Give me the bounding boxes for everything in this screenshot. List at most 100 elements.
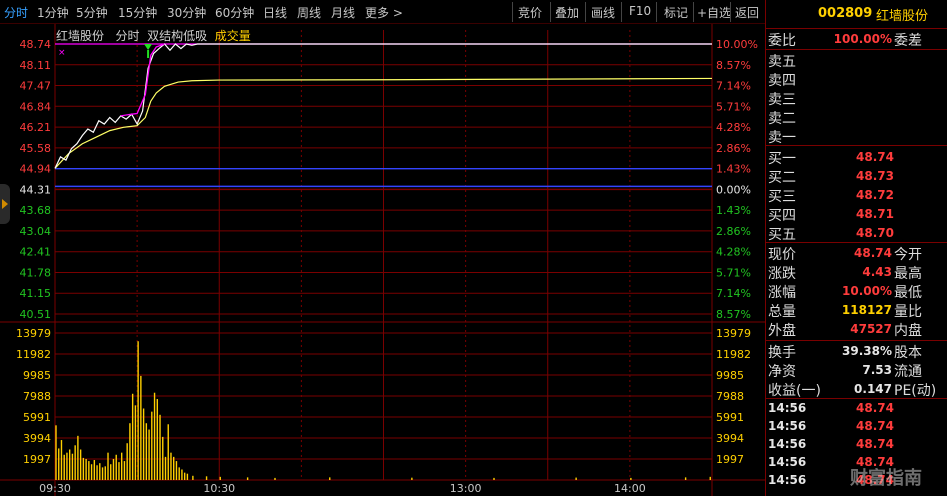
quote-value: 48.74 [854,246,892,260]
price-axis-label: 41.15 [20,287,52,300]
chart-marker: × [58,48,66,58]
sell-level-row[interactable]: 卖一 [766,127,947,146]
sell-level-label: 卖五 [768,54,796,70]
stock-code: 002809 [818,6,873,21]
pct-axis-label: 2.86% [716,142,751,155]
volume-axis-label-right: 9985 [716,369,744,382]
quote-value: 4.43 [862,265,892,279]
quote-row[interactable]: 现价 48.74 今开 [766,244,947,263]
quote-label: 涨跌 [768,266,796,282]
quote-label: 总量 [768,304,796,320]
stat-row[interactable]: 净资 7.53 流通 [766,361,947,380]
stat-row[interactable]: 收益(一) 0.147 PE(动) [766,380,947,399]
stat-value: 7.53 [862,363,892,377]
volume-axis-label: 3994 [23,432,51,445]
tick-price: 48.74 [856,401,894,415]
volume-axis-label: 13979 [16,327,51,340]
divider [766,398,947,399]
pct-axis-label: 0.00% [716,183,751,196]
sell-level-row[interactable]: 卖三 [766,89,947,108]
weibi-label: 委比 [768,33,796,49]
pct-axis-label: 4.28% [716,121,751,134]
sell-level-label: 卖四 [768,73,796,89]
tick-row[interactable]: 14:56 48.74 [766,401,947,419]
collapse-panel-arrow-icon[interactable] [0,184,10,224]
buy-level-label: 买二 [768,170,796,186]
stat-label: 净资 [768,364,796,380]
volume-axis-label: 5991 [23,411,51,424]
stock-name: 红墙股份 [876,9,929,24]
price-axis-label: 47.47 [20,80,52,93]
buy-level-price: 48.71 [856,207,894,221]
buy-level-price: 48.74 [856,150,894,164]
chart-title-indicator[interactable]: 双结构低吸 [147,29,207,43]
volume-axis-label: 7988 [23,390,51,403]
buy-level-row[interactable]: 买一 48.74 [766,148,947,167]
pct-axis-label: 2.86% [716,225,751,238]
tick-price: 48.74 [856,437,894,451]
chart-title-stock: 红墙股份 [56,29,105,43]
chart-title-volume[interactable]: 成交量 [215,29,251,43]
quote-panel: 002809 红墙股份 委比 100.00% 委差 卖五卖四 卖三卖二 卖一 买一 4… [765,0,947,496]
intraday-chart[interactable]: 48.74 10.00% 48.11 8.57% 47.47 7.14% 46.84 5.71… [0,0,765,496]
buy-level-row[interactable]: 买三 48.72 [766,186,947,205]
stat-row[interactable]: 换手 39.38% 股本 [766,342,947,361]
quote-label: 外盘 [768,323,796,339]
pct-axis-label: 4.28% [716,246,751,259]
price-axis-label: 46.21 [20,121,52,134]
divider [766,28,947,29]
volume-axis-label-right: 7988 [716,390,744,403]
tick-row[interactable]: 14:56 48.74 [766,437,947,455]
buy-level-row[interactable]: 买五 48.70 [766,224,947,243]
price-axis-label: 44.31 [20,183,52,196]
price-axis-label: 41.78 [20,266,52,279]
sell-level-row[interactable]: 卖五 [766,51,947,70]
buy-signal-marker [144,44,153,50]
quote-value: 10.00% [842,284,892,298]
buy-level-label: 买一 [768,151,796,167]
price-axis-label: 46.84 [20,100,52,113]
price-axis-label: 42.41 [20,246,52,259]
volume-axis-label: 9985 [23,369,51,382]
weibi-value: 100.00% [833,32,892,46]
buy-level-price: 48.72 [856,188,894,202]
buy-level-row[interactable]: 买四 48.71 [766,205,947,224]
stat-label2: 流通 [894,364,922,380]
stat-value: 39.38% [842,344,892,358]
weibi-row: 委比 100.00% 委差 [766,30,947,49]
price-axis-label: 40.51 [20,308,52,321]
chart-title: 红墙股份 分时 双结构低吸 成交量 [56,27,251,44]
quote-row[interactable]: 总量 118127 量比 [766,301,947,320]
buy-level-row[interactable]: 买二 48.73 [766,167,947,186]
pct-axis-label: 10.00% [716,38,758,51]
pct-axis-label: 1.43% [716,204,751,217]
tick-time: 14:56 [768,419,807,433]
buy-level-label: 买四 [768,208,796,224]
quote-label: 现价 [768,247,796,263]
quote-value: 47527 [850,322,892,336]
volume-axis-label-right: 5991 [716,411,744,424]
buy-level-label: 买三 [768,189,796,205]
sell-level-row[interactable]: 卖二 [766,108,947,127]
time-axis-label: 14:00 [614,482,646,495]
quote-label2: 量比 [894,304,922,320]
divider [766,340,947,341]
quote-row[interactable]: 外盘 47527 内盘 [766,320,947,339]
volume-axis-label-right: 13979 [716,327,751,340]
pct-axis-label: 8.57% [716,59,751,72]
time-axis-label: 10:30 [203,482,235,495]
chart-grid [0,24,765,496]
quote-row[interactable]: 涨幅 10.00% 最低 [766,282,947,301]
quote-row[interactable]: 涨跌 4.43 最高 [766,263,947,282]
buy-level-price: 48.73 [856,169,894,183]
price-axis-label: 44.94 [20,163,52,176]
price-axis-label: 45.58 [20,142,52,155]
stock-header: 002809 红墙股份 [766,0,947,28]
stat-value: 0.147 [854,382,892,396]
sell-level-row[interactable]: 卖四 [766,70,947,89]
tick-row[interactable]: 14:56 48.74 [766,419,947,437]
volume-axis-label-right: 3994 [716,432,744,445]
sell-level-label: 卖二 [768,111,796,127]
volume-axis-label-right: 1997 [716,453,744,466]
volume-axis-label-right: 11982 [716,348,751,361]
